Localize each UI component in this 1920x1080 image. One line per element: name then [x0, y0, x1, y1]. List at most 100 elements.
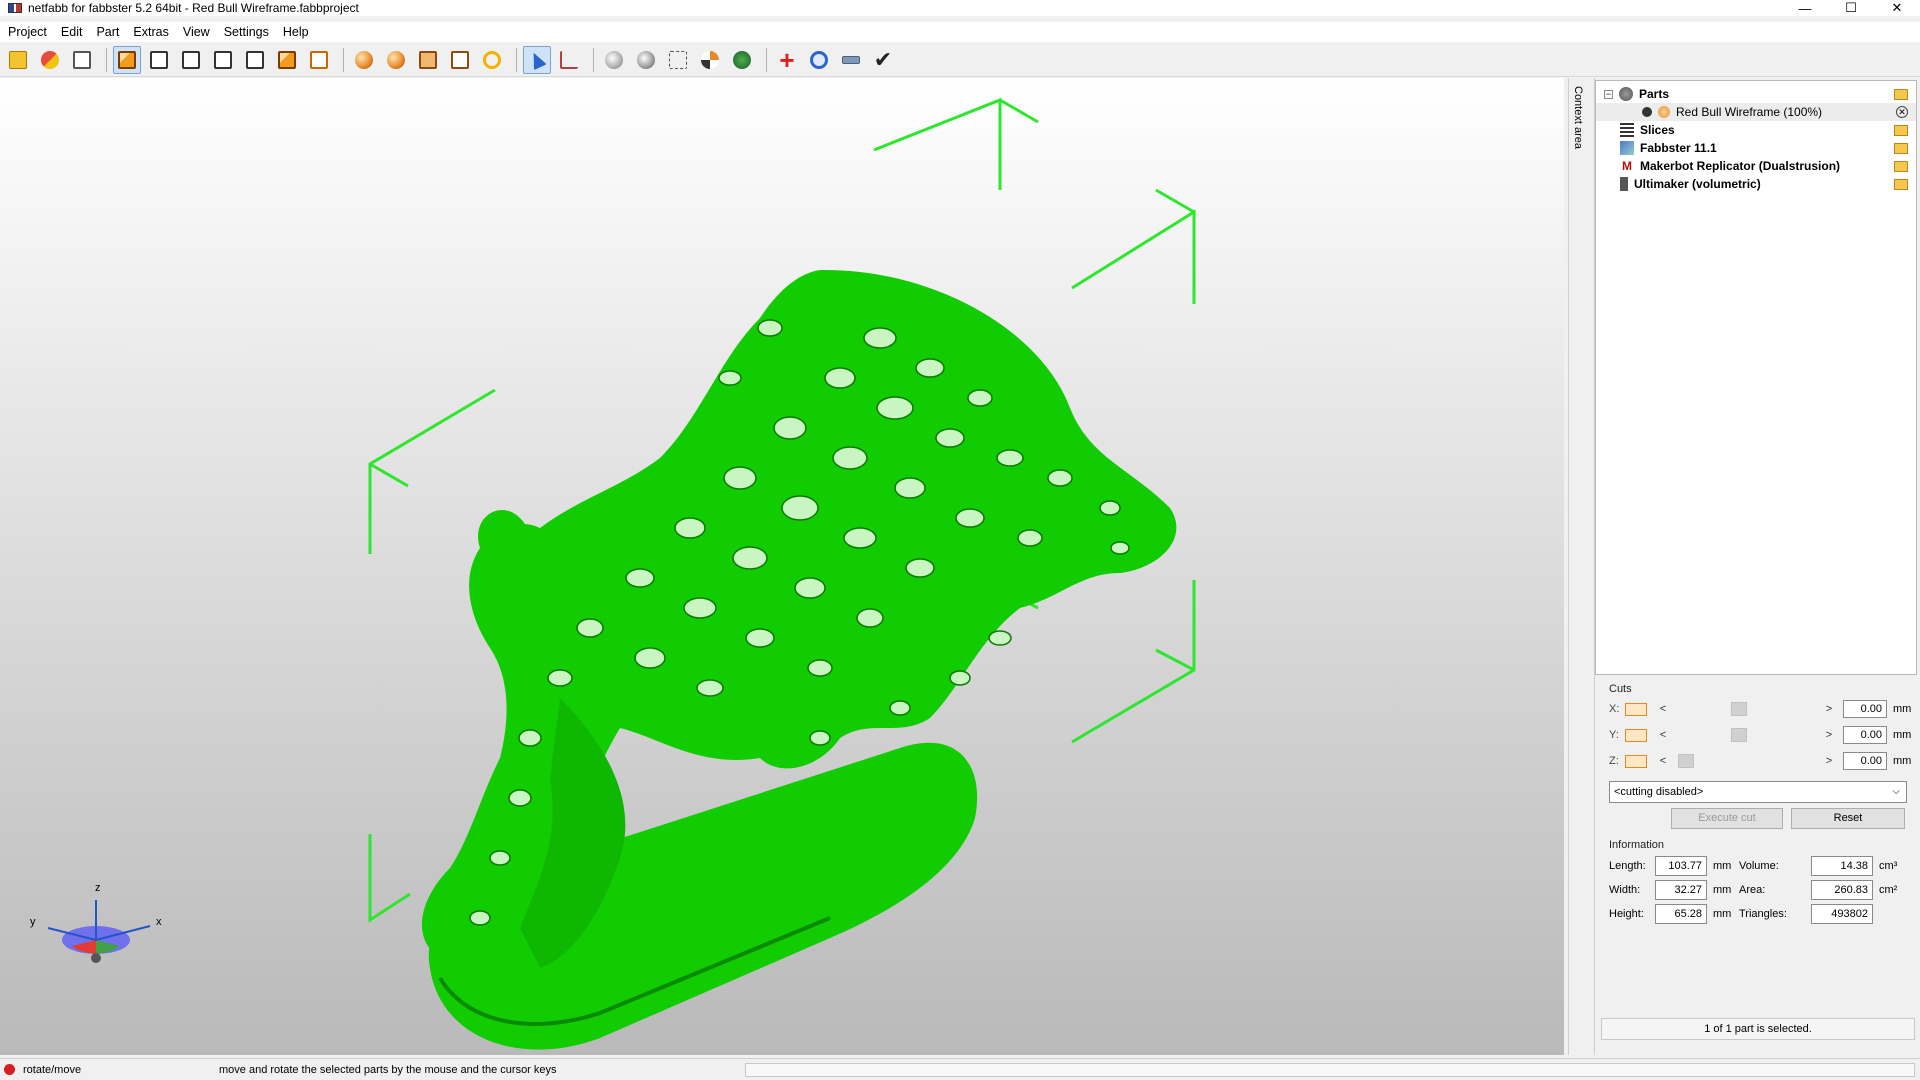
view-back-button[interactable] [145, 46, 173, 74]
reset-button[interactable]: Reset [1791, 808, 1905, 829]
color-button[interactable] [728, 46, 756, 74]
folder-icon[interactable] [1894, 88, 1908, 100]
visibility-icon[interactable] [1642, 107, 1652, 117]
repair-button[interactable]: + [773, 46, 801, 74]
cutting-mode-dropdown[interactable]: <cutting disabled> ⌵ [1609, 781, 1907, 803]
toolbar-separator [516, 47, 517, 72]
cut-value-x[interactable]: 0.00 [1843, 700, 1887, 718]
tree-item-machine-3[interactable]: Ultimaker (volumetric) [1620, 175, 1920, 193]
view-top-button[interactable] [241, 46, 269, 74]
menu-view[interactable]: View [183, 25, 210, 39]
shading-button[interactable] [600, 46, 628, 74]
context-area-label: Context area [1572, 86, 1584, 149]
repair-plus-icon: + [779, 44, 795, 75]
cut-increase-z[interactable]: > [1821, 755, 1837, 767]
view-bottom-icon [278, 50, 296, 69]
cut-toggle-x[interactable] [1625, 702, 1647, 716]
measure-axis-button[interactable] [555, 46, 583, 74]
menu-edit[interactable]: Edit [61, 25, 83, 39]
render-shaded-icon [355, 50, 373, 69]
view-iso-icon [310, 50, 328, 69]
checkmark-button[interactable]: ✔ [869, 46, 897, 74]
view-right-button[interactable] [209, 46, 237, 74]
cut-decrease-x[interactable]: < [1655, 703, 1671, 715]
zoom-button[interactable] [478, 46, 506, 74]
area-unit: cm² [1879, 884, 1898, 896]
cut-toggle-z[interactable] [1625, 754, 1647, 768]
view-bottom-button[interactable] [273, 46, 301, 74]
context-area-tab[interactable]: Context area [1568, 78, 1592, 1055]
folder-icon[interactable] [1894, 178, 1908, 190]
settings-doc-button[interactable] [68, 46, 96, 74]
volume-label: Volume: [1739, 860, 1779, 872]
tree-item-slices[interactable]: Slices [1620, 121, 1920, 139]
axis-label-z: z [95, 882, 101, 894]
slider-thumb[interactable] [1731, 728, 1747, 742]
cut-unit-y: mm [1893, 729, 1912, 741]
slider-thumb[interactable] [1678, 754, 1694, 768]
render-box-button[interactable] [414, 46, 442, 74]
cut-axis-label-x: X: [1609, 703, 1620, 715]
sphere-icon [637, 50, 655, 69]
menu-extras[interactable]: Extras [133, 25, 168, 39]
maximize-button[interactable]: ☐ [1828, 0, 1874, 16]
select-pointer-button[interactable] [523, 45, 551, 74]
cut-slider-z[interactable] [1671, 754, 1821, 768]
cuts-label: Cuts [1609, 683, 1632, 695]
render-solid-button[interactable] [382, 46, 410, 74]
execute-cut-button[interactable]: Execute cut [1671, 808, 1783, 829]
parts-icon [1619, 87, 1633, 101]
menu-settings[interactable]: Settings [224, 25, 269, 39]
add-part-button[interactable] [36, 46, 64, 74]
tree-label-parts: Parts [1639, 87, 1670, 101]
folder-icon[interactable] [1894, 124, 1908, 136]
close-button[interactable]: ✕ [1874, 0, 1920, 16]
collapse-icon[interactable]: − [1604, 89, 1613, 99]
folder-icon[interactable] [1894, 142, 1908, 154]
view-left-button[interactable] [177, 46, 205, 74]
cut-value-z[interactable]: 0.00 [1843, 752, 1887, 770]
align-button[interactable] [664, 46, 692, 74]
cut-decrease-y[interactable]: < [1655, 729, 1671, 741]
tree-item-parts[interactable]: − Parts [1604, 85, 1920, 103]
axis-label-y: y [30, 916, 36, 928]
3d-viewport[interactable]: z y x [0, 78, 1564, 1055]
open-project-button[interactable] [4, 46, 32, 74]
menu-help[interactable]: Help [283, 25, 309, 39]
folder-icon[interactable] [1894, 160, 1908, 172]
menu-part[interactable]: Part [96, 25, 119, 39]
cut-decrease-z[interactable]: < [1655, 755, 1671, 767]
sphere-button[interactable] [632, 46, 660, 74]
render-frame-button[interactable] [446, 46, 474, 74]
ruler-button[interactable] [837, 46, 865, 74]
cut-slider-y[interactable] [1671, 728, 1821, 742]
remove-part-icon[interactable]: ✕ [1896, 106, 1908, 118]
tree-item-machine-1[interactable]: Fabbster 11.1 [1620, 139, 1920, 157]
tree-label-machine-3: Ultimaker (volumetric) [1634, 177, 1761, 191]
slider-thumb[interactable] [1731, 702, 1747, 716]
section-button[interactable] [696, 46, 724, 74]
cut-toggle-y[interactable] [1625, 728, 1647, 742]
cut-slider-x[interactable] [1671, 702, 1821, 716]
render-shaded-button[interactable] [350, 46, 378, 74]
view-front-button[interactable] [113, 45, 141, 74]
menu-project[interactable]: Project [8, 25, 47, 39]
viewport-canvas[interactable] [0, 78, 1564, 1055]
cut-axis-label-y: Y: [1609, 729, 1619, 741]
cut-value-y[interactable]: 0.00 [1843, 726, 1887, 744]
minimize-button[interactable]: — [1782, 0, 1828, 16]
project-tree[interactable]: − Parts Red Bull Wireframe (100%) ✕ Slic… [1595, 80, 1917, 675]
tree-item-part[interactable]: Red Bull Wireframe (100%) ✕ [1596, 103, 1916, 121]
analysis-button[interactable] [805, 46, 833, 74]
cut-row-z: Z: < > 0.00 mm [1609, 752, 1919, 770]
cut-increase-x[interactable]: > [1821, 703, 1837, 715]
axis-label-x: x [156, 916, 162, 928]
tree-label-machine-1: Fabbster 11.1 [1640, 141, 1717, 155]
cut-increase-y[interactable]: > [1821, 729, 1837, 741]
view-iso-button[interactable] [305, 46, 333, 74]
triangles-label: Triangles: [1739, 908, 1787, 920]
tree-item-machine-2[interactable]: M Makerbot Replicator (Dualstrusion) [1620, 157, 1920, 175]
cutting-mode-value: <cutting disabled> [1614, 786, 1704, 798]
status-mode: rotate/move [23, 1063, 82, 1076]
makerbot-icon: M [1622, 159, 1632, 173]
